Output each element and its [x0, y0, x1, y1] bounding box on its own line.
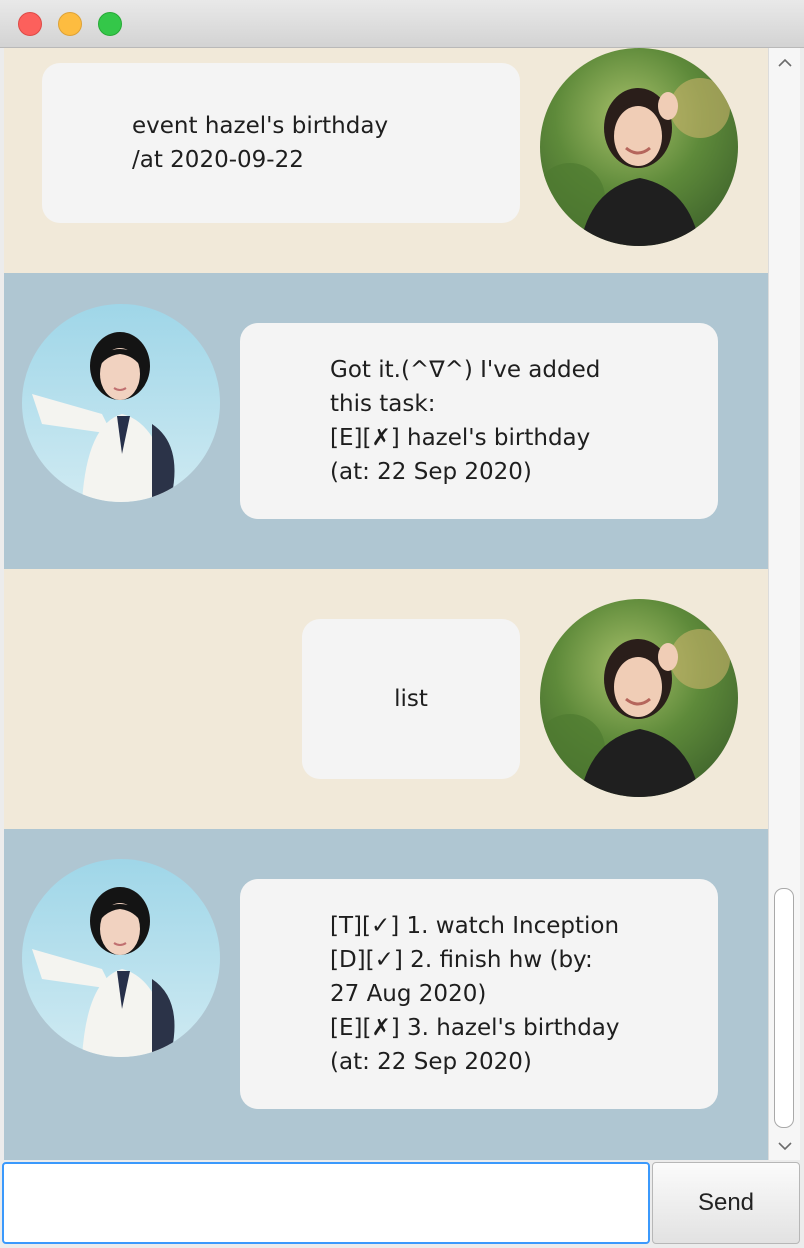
user-avatar: [540, 599, 738, 797]
minimize-window-button[interactable]: [58, 12, 82, 36]
title-bar: [0, 0, 804, 48]
message-line: Got it.(^∇^) I've added: [330, 357, 601, 383]
chevron-up-icon[interactable]: [769, 48, 800, 76]
message-line: [T][✓] 1. watch Inception: [330, 913, 620, 939]
message-line: [E][✗] hazel's birthday: [330, 425, 591, 451]
bot-message-row: [T][✓] 1. watch Inception [D][✓] 2. fini…: [4, 829, 768, 1160]
scrollbar-thumb[interactable]: [774, 888, 794, 1128]
message-line: (at: 22 Sep 2020): [330, 1049, 532, 1075]
app-window: event hazel's birthday /at 2020-09-22 Go…: [0, 0, 804, 1248]
message-line: [D][✓] 2. finish hw (by:: [330, 947, 593, 973]
bot-avatar: [22, 859, 220, 1057]
user-message-bubble: event hazel's birthday /at 2020-09-22: [42, 63, 520, 223]
user-message-bubble: list: [302, 619, 520, 779]
input-bar: Send: [0, 1160, 804, 1248]
chat-scroll-pane[interactable]: event hazel's birthday /at 2020-09-22 Go…: [4, 48, 768, 1160]
bot-message-bubble: [T][✓] 1. watch Inception [D][✓] 2. fini…: [240, 879, 718, 1109]
chevron-down-icon[interactable]: [769, 1132, 800, 1160]
message-line: this task:: [330, 391, 436, 417]
message-line: 27 Aug 2020): [330, 981, 487, 1007]
bot-avatar: [22, 304, 220, 502]
close-window-button[interactable]: [18, 12, 42, 36]
message-line: list: [394, 686, 428, 712]
message-line: /at 2020-09-22: [132, 147, 304, 173]
user-message-row: list: [4, 569, 768, 829]
user-avatar: [540, 48, 738, 246]
message-input[interactable]: [2, 1162, 650, 1244]
send-button[interactable]: Send: [652, 1162, 800, 1244]
bot-message-row: Got it.(^∇^) I've added this task: [E][✗…: [4, 273, 768, 569]
message-line: (at: 22 Sep 2020): [330, 459, 532, 485]
vertical-scrollbar[interactable]: [768, 48, 800, 1160]
bot-message-bubble: Got it.(^∇^) I've added this task: [E][✗…: [240, 323, 718, 519]
message-line: event hazel's birthday: [132, 113, 389, 139]
message-line: [E][✗] 3. hazel's birthday: [330, 1015, 620, 1041]
user-message-row: event hazel's birthday /at 2020-09-22: [4, 48, 768, 273]
maximize-window-button[interactable]: [98, 12, 122, 36]
